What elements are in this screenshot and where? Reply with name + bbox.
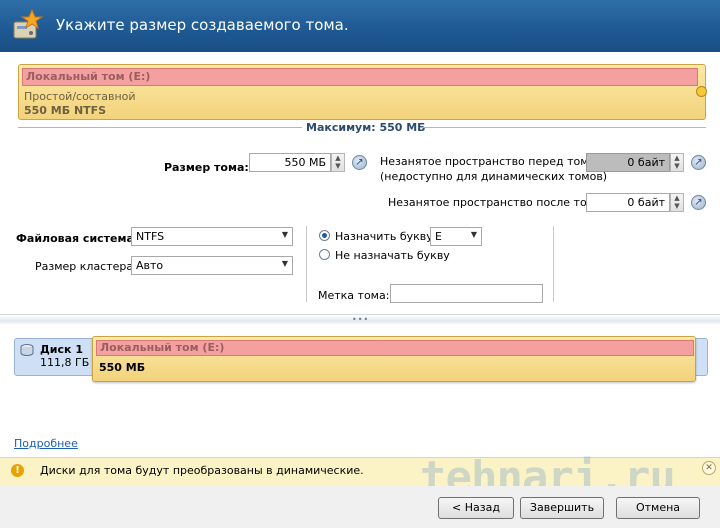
- space-after-stepper[interactable]: ▲ ▼: [670, 193, 684, 212]
- volume-size-max-button[interactable]: ↗: [352, 155, 367, 170]
- finish-button[interactable]: Завершить: [520, 497, 604, 519]
- space-before-note: (недоступно для динамических томов): [380, 170, 608, 183]
- space-before-input: 0 байт: [586, 153, 670, 172]
- no-letter-radio[interactable]: [319, 249, 330, 260]
- page-title: Укажите размер создаваемого тома.: [56, 16, 349, 34]
- filesystem-label: Файловая система:: [16, 232, 139, 245]
- space-before-max-button[interactable]: ↗: [691, 155, 706, 170]
- chevron-down-icon: ▼: [281, 230, 288, 239]
- disk-wizard-icon: [8, 8, 44, 44]
- wizard-header: Укажите размер создаваемого тома.: [0, 0, 720, 52]
- volume-name-strip: Локальный том (E:): [22, 68, 698, 86]
- maximum-line-left: [18, 127, 302, 128]
- volume-name: Локальный том (E:): [26, 70, 151, 83]
- space-after-label: Незанятое пространство после тома:: [388, 196, 606, 209]
- volume-size: 550 МБ NTFS: [24, 104, 107, 117]
- space-before-stepper: ▲ ▼: [670, 153, 684, 172]
- disk-name: Диск 1: [40, 343, 83, 356]
- disk-icon: [20, 344, 34, 356]
- section-divider: [306, 226, 307, 302]
- more-info-link[interactable]: Подробнее: [14, 437, 78, 450]
- maximum-label: Максимум: 550 МБ: [306, 121, 426, 134]
- space-after-input[interactable]: 0 байт: [586, 193, 670, 212]
- info-text: Диски для тома будут преобразованы в дин…: [40, 464, 364, 477]
- volume-size-stepper[interactable]: ▲ ▼: [331, 153, 345, 172]
- maximum-line-right: [420, 127, 706, 128]
- close-icon[interactable]: ✕: [702, 461, 716, 475]
- volume-label-caption: Метка тома:: [318, 289, 390, 302]
- drive-letter-select[interactable]: E ▼: [430, 227, 482, 246]
- volume-type: Простой/составной: [24, 90, 136, 103]
- cluster-value: Авто: [136, 259, 164, 272]
- space-after-max-button[interactable]: ↗: [691, 195, 706, 210]
- button-bar: [0, 486, 720, 528]
- no-letter-label: Не назначать букву: [335, 249, 450, 262]
- assign-letter-radio[interactable]: [319, 230, 330, 241]
- filesystem-value: NTFS: [136, 230, 165, 243]
- volume-label-input[interactable]: [390, 284, 543, 303]
- cluster-label: Размер кластера:: [35, 260, 137, 273]
- cluster-select[interactable]: Авто ▼: [131, 256, 293, 275]
- space-before-label: Незанятое пространство перед томом:: [380, 155, 608, 168]
- disk-size: 111,8 ГБ: [40, 356, 90, 369]
- splitter-grip-icon[interactable]: •••: [352, 316, 369, 324]
- volume-size-input[interactable]: 550 МБ: [249, 153, 331, 172]
- section-divider: [553, 226, 554, 302]
- partition-size: 550 МБ: [99, 361, 146, 374]
- chevron-down-icon: ▼: [470, 230, 477, 239]
- volume-resize-handle[interactable]: [696, 86, 707, 97]
- assign-letter-label: Назначить букву:: [335, 230, 437, 243]
- drive-letter-value: E: [435, 230, 442, 243]
- back-button[interactable]: < Назад: [438, 497, 514, 519]
- chevron-down-icon: ▼: [281, 259, 288, 268]
- warning-icon: !: [11, 464, 24, 477]
- cancel-button[interactable]: Отмена: [616, 497, 700, 519]
- filesystem-select[interactable]: NTFS ▼: [131, 227, 293, 246]
- partition-name-strip: Локальный том (E:): [96, 340, 694, 356]
- volume-size-label: Размер тома:: [164, 161, 249, 174]
- partition-name: Локальный том (E:): [100, 341, 225, 354]
